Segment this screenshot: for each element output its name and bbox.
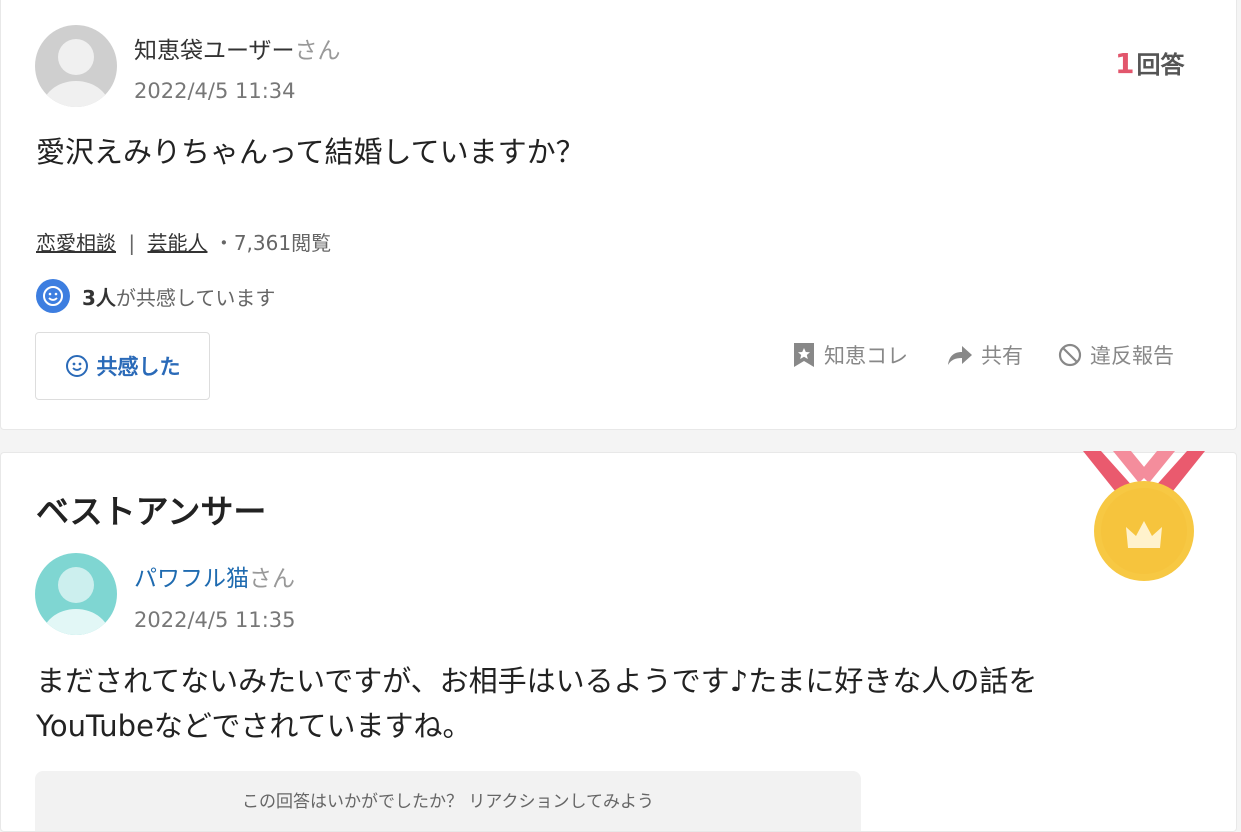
- empathy-summary: 3人 が共感しています: [36, 278, 275, 314]
- empathy-text: が共感しています: [115, 285, 276, 310]
- questioner-avatar[interactable]: [35, 25, 117, 107]
- question-meta: 恋愛相談 | 芸能人 ・7,361閲覧: [36, 227, 331, 256]
- share-arrow-icon: [948, 346, 972, 365]
- category-separator: |: [128, 231, 136, 255]
- empathy-button-label: 共感した: [96, 355, 181, 379]
- bookmark-label: 知恵コレ: [824, 344, 908, 368]
- answer-timestamp: 2022/4/5 11:35: [134, 608, 296, 632]
- answerer-suffix: さん: [249, 566, 295, 592]
- empathy-button[interactable]: 共感した: [35, 332, 210, 400]
- answer-count-number: 1: [1115, 47, 1135, 80]
- questioner-name[interactable]: 知恵袋ユーザーさん: [134, 31, 341, 65]
- answerer-avatar[interactable]: [35, 553, 117, 635]
- answer-count[interactable]: 1回答: [1115, 45, 1184, 80]
- bookmark-button[interactable]: 知恵コレ: [792, 340, 908, 370]
- best-answer-title: ベストアンサー: [36, 492, 267, 531]
- answerer-name[interactable]: パワフル猫さん: [134, 559, 295, 593]
- bookmark-star-icon: [794, 343, 814, 367]
- answerer-name-text: パワフル猫: [134, 566, 249, 592]
- best-answer-card: ベストアンサー パワフル猫さん 2022/4/5 11:35 まだされてないみた…: [0, 451, 1237, 832]
- reaction-prompt-box: この回答はいかがでしたか？ リアクションしてみよう: [35, 771, 861, 831]
- smile-icon: [36, 279, 70, 313]
- questioner-name-text: 知恵袋ユーザー: [134, 38, 295, 64]
- answer-body-line-2: YouTubeなどでされていますね。: [36, 709, 472, 743]
- question-body: 愛沢えみりちゃんって結婚していますか？: [36, 135, 585, 169]
- answer-body: まだされてないみたいですが、お相手はいるようです♪たまに好きな人の話を YouT…: [36, 659, 1136, 749]
- category-link-celebrity[interactable]: 芸能人: [147, 231, 207, 255]
- report-label: 違反報告: [1090, 344, 1174, 368]
- answer-body-line-1: まだされてないみたいですが、お相手はいるようです♪たまに好きな人の話を: [36, 664, 1038, 698]
- reaction-prompt-text: この回答はいかがでしたか？ リアクションしてみよう: [241, 792, 655, 812]
- category-link-romance[interactable]: 恋愛相談: [36, 231, 116, 255]
- report-button[interactable]: 違反報告: [1058, 340, 1174, 370]
- question-timestamp: 2022/4/5 11:34: [134, 79, 296, 103]
- questioner-suffix: さん: [294, 38, 341, 64]
- crown-medal-icon: [1083, 451, 1205, 581]
- share-button[interactable]: 共有: [947, 340, 1023, 370]
- view-count: ・7,361閲覧: [213, 231, 332, 255]
- smile-icon: [65, 355, 88, 377]
- prohibit-icon: [1058, 343, 1082, 367]
- answer-count-label: 回答: [1136, 51, 1185, 79]
- empathy-count: 3人: [82, 285, 116, 310]
- share-label: 共有: [981, 344, 1023, 368]
- question-card: 知恵袋ユーザーさん 2022/4/5 11:34 1回答 愛沢えみりちゃんって結…: [0, 0, 1237, 430]
